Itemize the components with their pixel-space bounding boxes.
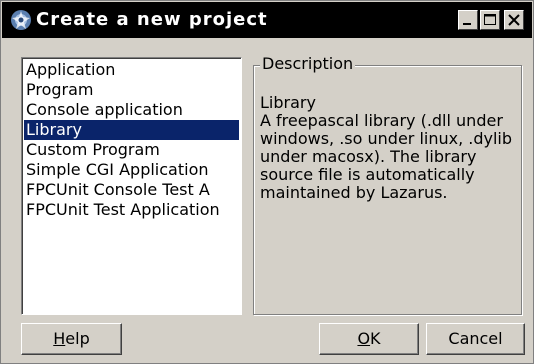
help-label-rest: elp: [65, 329, 90, 348]
description-text: Library A freepascal library (.dll under…: [260, 93, 513, 202]
ok-mnemonic: O: [357, 329, 371, 348]
description-group: Description Library A freepascal library…: [253, 54, 522, 315]
help-button[interactable]: Help: [21, 323, 122, 355]
cancel-label: Cancel: [448, 329, 503, 348]
lazarus-icon: [10, 9, 32, 31]
description-caption: Description: [260, 54, 356, 74]
minimize-button[interactable]: [458, 10, 478, 30]
minimize-icon: [463, 23, 471, 25]
close-button[interactable]: [504, 10, 524, 30]
title-bar[interactable]: Create a new project: [2, 2, 532, 38]
window-title: Create a new project: [36, 9, 268, 30]
list-item-custom-program[interactable]: Custom Program: [24, 140, 239, 160]
ok-label-rest: K: [370, 329, 381, 348]
help-mnemonic: H: [53, 329, 66, 348]
list-item-program[interactable]: Program: [24, 80, 239, 100]
list-item-console-application[interactable]: Console application: [24, 100, 239, 120]
close-icon: [508, 14, 520, 26]
cancel-button[interactable]: Cancel: [426, 323, 525, 355]
list-item-simple-cgi-application[interactable]: Simple CGI Application: [24, 160, 239, 180]
maximize-icon: [484, 14, 496, 25]
list-item-fpcunit-test-application[interactable]: FPCUnit Test Application: [24, 200, 239, 220]
project-type-list[interactable]: Application Program Console application …: [21, 57, 242, 315]
list-item-fpcunit-console-test[interactable]: FPCUnit Console Test A: [24, 180, 239, 200]
list-item-library[interactable]: Library: [24, 120, 239, 140]
create-project-dialog: Create a new project Application Program…: [0, 0, 534, 364]
ok-button[interactable]: OK: [319, 323, 419, 355]
maximize-button[interactable]: [480, 10, 500, 30]
list-item-application[interactable]: Application: [24, 60, 239, 80]
